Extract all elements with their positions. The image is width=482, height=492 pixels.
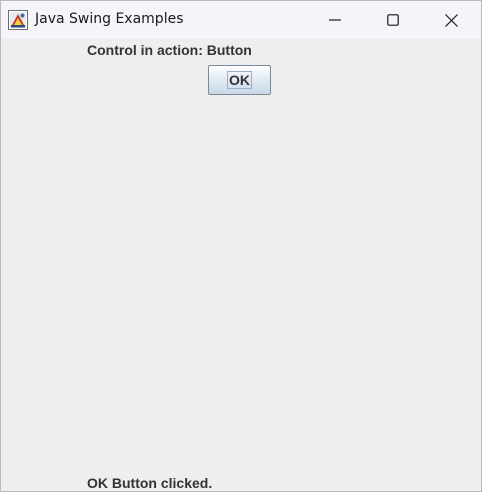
minimize-icon	[329, 14, 341, 26]
content-pane: Control in action: Button OK OK Button c…	[1, 39, 481, 491]
application-window: Java Swing Examples Control in action: B…	[0, 0, 482, 492]
header-label: Control in action: Button	[87, 42, 252, 58]
close-icon	[444, 13, 458, 27]
window-title: Java Swing Examples	[35, 11, 184, 27]
maximize-icon	[387, 14, 399, 26]
ok-button-label: OK	[227, 71, 252, 89]
minimize-button[interactable]	[306, 1, 364, 39]
maximize-button[interactable]	[364, 1, 422, 39]
status-label: OK Button clicked.	[87, 475, 213, 491]
close-button[interactable]	[422, 1, 480, 39]
ok-button[interactable]: OK	[208, 65, 271, 95]
java-app-icon[interactable]	[8, 10, 28, 30]
title-bar[interactable]: Java Swing Examples	[1, 1, 481, 39]
